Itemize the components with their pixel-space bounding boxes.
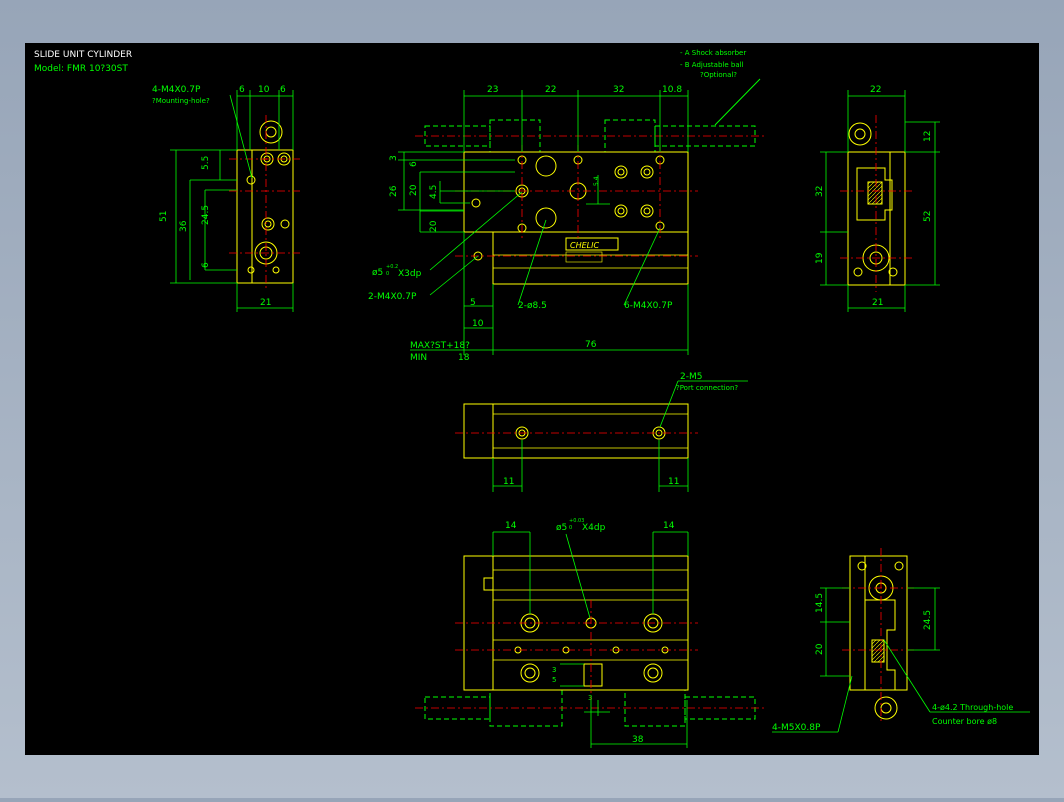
svg-text:0: 0 <box>386 271 389 277</box>
port-callout: 2-M5 <box>680 372 702 382</box>
drawing-canvas: SLIDE UNIT CYLINDER Model: FMR 10?30ST -… <box>25 43 1039 755</box>
port-callout-note: ?Port connection? <box>676 384 738 392</box>
svg-text:3: 3 <box>389 155 399 161</box>
svg-text:20: 20 <box>429 220 439 232</box>
svg-text:10: 10 <box>472 319 484 329</box>
min-value: 18 <box>458 353 470 363</box>
svg-text:24.5: 24.5 <box>923 610 933 630</box>
svg-text:6: 6 <box>239 85 245 95</box>
svg-text:24.5: 24.5 <box>201 205 211 225</box>
svg-text:5.4: 5.4 <box>593 176 600 186</box>
svg-text:14.5: 14.5 <box>815 593 825 613</box>
svg-text:3: 3 <box>552 666 556 674</box>
svg-text:23: 23 <box>487 85 498 95</box>
cad-viewport[interactable]: SLIDE UNIT CYLINDER Model: FMR 10?30ST -… <box>0 0 1064 798</box>
svg-text:36: 36 <box>179 220 189 232</box>
svg-text:3: 3 <box>588 694 592 702</box>
left-callout-note: ?Mounting-hole? <box>152 97 210 105</box>
callout-through-hole: 4-ø4.2 Through-hole <box>932 703 1013 712</box>
svg-text:20: 20 <box>409 184 419 196</box>
model-label: Model: FMR 10?30ST <box>34 64 128 74</box>
callout-counter-bore: Counter bore ø8 <box>932 717 997 726</box>
svg-text:14: 14 <box>505 521 517 531</box>
svg-text:+0.2: +0.2 <box>386 264 398 270</box>
svg-text:11: 11 <box>503 477 514 487</box>
drawing-title: SLIDE UNIT CYLINDER <box>34 50 132 60</box>
legend-item-shock-absorber: - A Shock absorber <box>680 49 746 57</box>
svg-text:22: 22 <box>545 85 556 95</box>
callout-4-m5: 4-M5X0.8P <box>772 723 821 733</box>
svg-text:11: 11 <box>668 477 679 487</box>
svg-text:26: 26 <box>389 185 399 197</box>
svg-text:51: 51 <box>159 211 169 222</box>
max-stroke-label: MAX?ST+18? <box>410 341 470 351</box>
svg-text:76: 76 <box>585 340 597 350</box>
legend-note-optional: ?Optional? <box>700 71 737 79</box>
svg-text:21: 21 <box>260 298 271 308</box>
svg-text:32: 32 <box>815 186 825 197</box>
svg-text:32: 32 <box>613 85 624 95</box>
bottom-hole-callout: ø5 <box>556 523 567 533</box>
svg-text:6: 6 <box>409 161 419 167</box>
svg-text:12: 12 <box>923 131 933 142</box>
svg-text:22: 22 <box>870 85 881 95</box>
svg-text:38: 38 <box>632 735 644 745</box>
svg-text:0: 0 <box>569 525 572 531</box>
svg-text:10: 10 <box>258 85 270 95</box>
svg-text:21: 21 <box>872 298 883 308</box>
left-callout-m4: 4-M4X0.7P <box>152 85 201 95</box>
svg-text:X3dp: X3dp <box>398 269 422 279</box>
legend-item-adjustable-ball: - B Adjustable ball <box>680 61 744 69</box>
callout-2-m4: 2-M4X0.7P <box>368 292 417 302</box>
svg-text:10.8: 10.8 <box>662 85 682 95</box>
chelic-badge-text: CHELIC <box>570 241 599 250</box>
svg-text:5: 5 <box>552 676 556 684</box>
svg-text:5: 5 <box>470 298 476 308</box>
svg-text:6: 6 <box>280 85 286 95</box>
svg-text:52: 52 <box>923 211 933 222</box>
svg-text:6: 6 <box>201 262 211 268</box>
svg-text:14: 14 <box>663 521 675 531</box>
svg-text:X4dp: X4dp <box>582 523 606 533</box>
svg-text:20: 20 <box>815 643 825 655</box>
hole-callout-d5: ø5 <box>372 268 383 278</box>
svg-text:19: 19 <box>815 252 825 264</box>
svg-text:4.5: 4.5 <box>429 185 439 199</box>
min-label: MIN <box>410 353 427 363</box>
callout-2-d8-5: 2-ø8.5 <box>518 301 547 311</box>
callout-6-m4: 6-M4X0.7P <box>624 301 673 311</box>
svg-text:5.5: 5.5 <box>201 156 211 170</box>
